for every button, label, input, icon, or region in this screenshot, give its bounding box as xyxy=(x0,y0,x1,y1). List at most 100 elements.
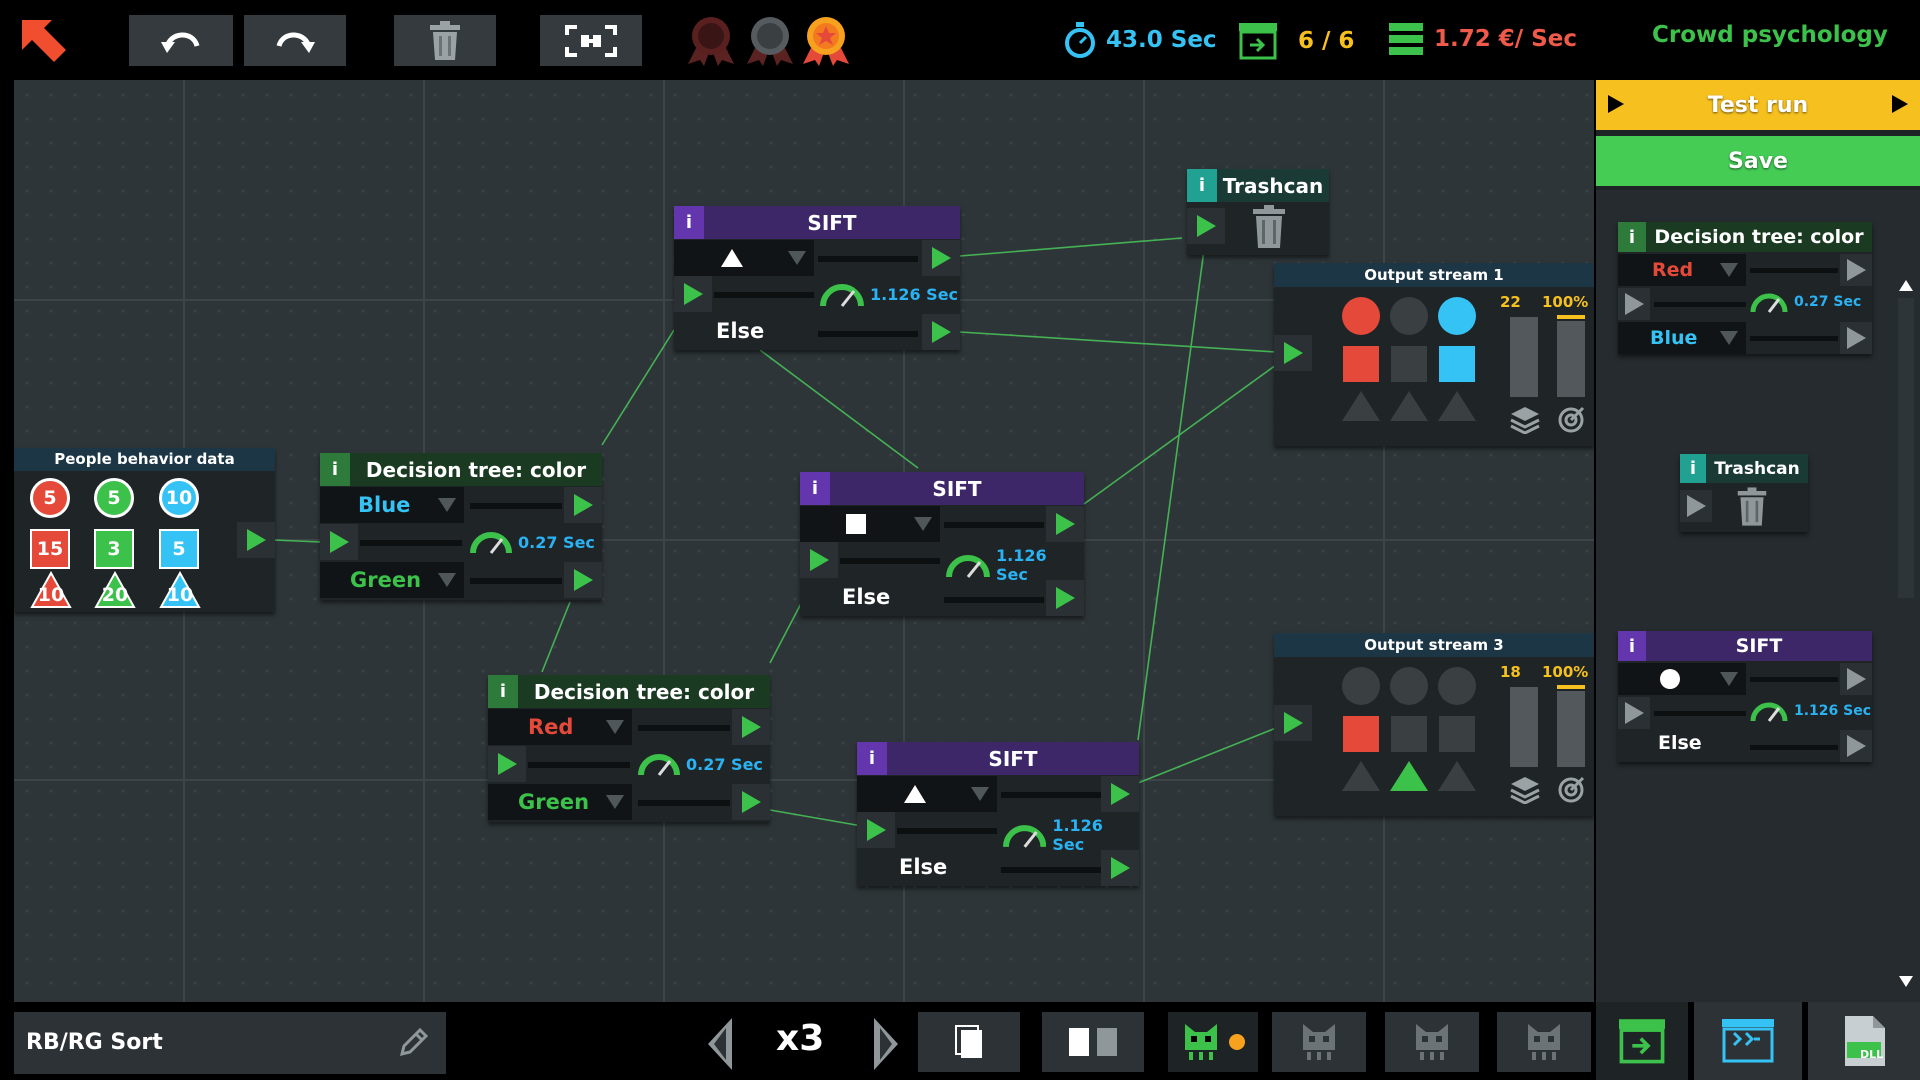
target-circle-empty xyxy=(1390,667,1428,705)
circle-shape: 5 xyxy=(30,478,70,518)
accuracy-percent: 100% xyxy=(1542,663,1589,681)
scroll-up-icon[interactable] xyxy=(1899,280,1913,291)
trashcan-node[interactable]: i Trashcan xyxy=(1187,169,1329,255)
scrollbar[interactable] xyxy=(1896,190,1916,1002)
input-port[interactable] xyxy=(488,746,526,782)
color-select[interactable]: Red xyxy=(488,709,632,745)
circle-icon xyxy=(1660,669,1680,689)
input-port[interactable] xyxy=(1274,335,1312,371)
info-button[interactable]: i xyxy=(1618,631,1646,661)
input-view-button[interactable] xyxy=(1694,1002,1802,1080)
bot-slot[interactable] xyxy=(1497,1012,1591,1072)
output-port[interactable] xyxy=(1046,580,1084,616)
output-port[interactable] xyxy=(922,240,960,276)
info-button[interactable]: i xyxy=(488,675,518,708)
input-port[interactable] xyxy=(1618,288,1650,320)
target-square-red xyxy=(1343,346,1379,382)
view-split-button[interactable] xyxy=(1042,1012,1144,1072)
palette-sift[interactable]: i SIFT 1.126 Sec Else xyxy=(1618,631,1872,762)
output-port[interactable] xyxy=(1101,850,1139,886)
sift-node[interactable]: i SIFT 1.126 Sec Else xyxy=(800,472,1084,616)
speed-indicator: 1.126 Sec xyxy=(946,546,1084,584)
bot-slot[interactable] xyxy=(1272,1012,1366,1072)
input-port[interactable] xyxy=(320,524,358,560)
decision-tree-node[interactable]: i Decision tree: color Blue 0.27 Sec Gree… xyxy=(320,453,602,600)
square-shape: 5 xyxy=(159,529,199,569)
output-port[interactable] xyxy=(922,314,960,350)
input-port[interactable] xyxy=(1187,208,1225,244)
color-select[interactable]: Green xyxy=(488,784,632,820)
shape-select[interactable] xyxy=(674,240,814,276)
info-button[interactable]: i xyxy=(1680,454,1706,483)
output-view-button[interactable] xyxy=(1596,1002,1688,1080)
output-stream-node[interactable]: Output stream 3 18 100% xyxy=(1274,633,1594,816)
wire xyxy=(541,601,571,673)
info-button[interactable]: i xyxy=(857,742,887,775)
output-port[interactable] xyxy=(1840,254,1872,286)
target-square-empty xyxy=(1439,716,1475,752)
back-arrow-icon[interactable] xyxy=(18,16,68,66)
delete-button[interactable] xyxy=(394,15,496,66)
chevron-down-icon xyxy=(788,251,806,265)
redo-button[interactable] xyxy=(244,15,346,66)
program-name-field[interactable]: RB/RG Sort xyxy=(14,1012,446,1074)
input-port[interactable] xyxy=(800,542,838,578)
speed-decrease-button[interactable] xyxy=(706,1016,734,1072)
input-port[interactable] xyxy=(1618,697,1650,729)
node-title: Trashcan xyxy=(1714,458,1800,479)
pencil-icon[interactable] xyxy=(396,1026,430,1060)
output-port[interactable] xyxy=(1101,776,1139,812)
color-select[interactable]: Blue xyxy=(320,487,464,523)
shape-select[interactable] xyxy=(1618,663,1746,695)
target-icon xyxy=(1558,406,1585,433)
output-port[interactable] xyxy=(564,487,602,523)
info-button[interactable]: i xyxy=(1187,169,1217,202)
decision-tree-node[interactable]: i Decision tree: color Red 0.27 Sec Green xyxy=(488,675,770,822)
node-title: Decision tree: color xyxy=(533,679,755,704)
undo-button[interactable] xyxy=(129,15,233,66)
color-select[interactable]: Red xyxy=(1618,254,1746,286)
input-port[interactable] xyxy=(1274,705,1312,741)
output-port[interactable] xyxy=(732,784,770,820)
output-port[interactable] xyxy=(237,522,275,558)
info-button[interactable]: i xyxy=(674,206,704,239)
scroll-thumb[interactable] xyxy=(1898,298,1914,598)
info-button[interactable]: i xyxy=(320,453,350,486)
view-stacked-button[interactable] xyxy=(918,1012,1020,1072)
test-run-button[interactable]: Test run xyxy=(1596,80,1920,130)
chevron-down-icon xyxy=(438,498,456,512)
speed-increase-button[interactable] xyxy=(872,1016,900,1072)
info-button[interactable]: i xyxy=(800,472,830,505)
input-port[interactable] xyxy=(1680,490,1712,522)
robot-icon xyxy=(1185,1024,1217,1060)
dll-button[interactable]: DLL xyxy=(1808,1002,1920,1080)
output-port[interactable] xyxy=(1840,322,1872,354)
input-port[interactable] xyxy=(857,812,895,848)
palette-trashcan[interactable]: i Trashcan xyxy=(1680,454,1808,532)
scroll-down-icon[interactable] xyxy=(1899,976,1913,987)
output-port[interactable] xyxy=(564,562,602,598)
bot-slot-active[interactable] xyxy=(1168,1012,1258,1072)
color-select[interactable]: Blue xyxy=(1618,322,1746,354)
triangle-shape: 20 xyxy=(94,570,136,609)
output-port[interactable] xyxy=(1840,730,1872,762)
shape-select[interactable] xyxy=(857,776,997,812)
people-behavior-node[interactable]: People behavior data 5 5 10 15 3 5 10 20… xyxy=(14,448,275,612)
input-port[interactable] xyxy=(674,276,712,312)
circle-shape: 5 xyxy=(94,478,134,518)
output-port[interactable] xyxy=(1840,663,1872,695)
color-select[interactable]: Green xyxy=(320,562,464,598)
info-button[interactable]: i xyxy=(1618,222,1646,252)
fit-view-button[interactable] xyxy=(540,15,642,66)
palette-decision-tree[interactable]: i Decision tree: color Red 0.27 Sec Blue xyxy=(1618,222,1872,354)
output-port[interactable] xyxy=(1046,506,1084,542)
bot-slot[interactable] xyxy=(1385,1012,1479,1072)
sift-node[interactable]: i SIFT 1.126 Sec Else xyxy=(674,206,960,350)
shape-select[interactable] xyxy=(800,506,940,542)
sift-node[interactable]: i SIFT 1.126 Sec Else xyxy=(857,742,1139,886)
output-port[interactable] xyxy=(732,709,770,745)
node-canvas[interactable]: People behavior data 5 5 10 15 3 5 10 20… xyxy=(14,80,1594,1002)
chevron-down-icon xyxy=(606,795,624,809)
save-button[interactable]: Save xyxy=(1596,136,1920,186)
output-stream-node[interactable]: Output stream 1 22 100% xyxy=(1274,263,1594,446)
